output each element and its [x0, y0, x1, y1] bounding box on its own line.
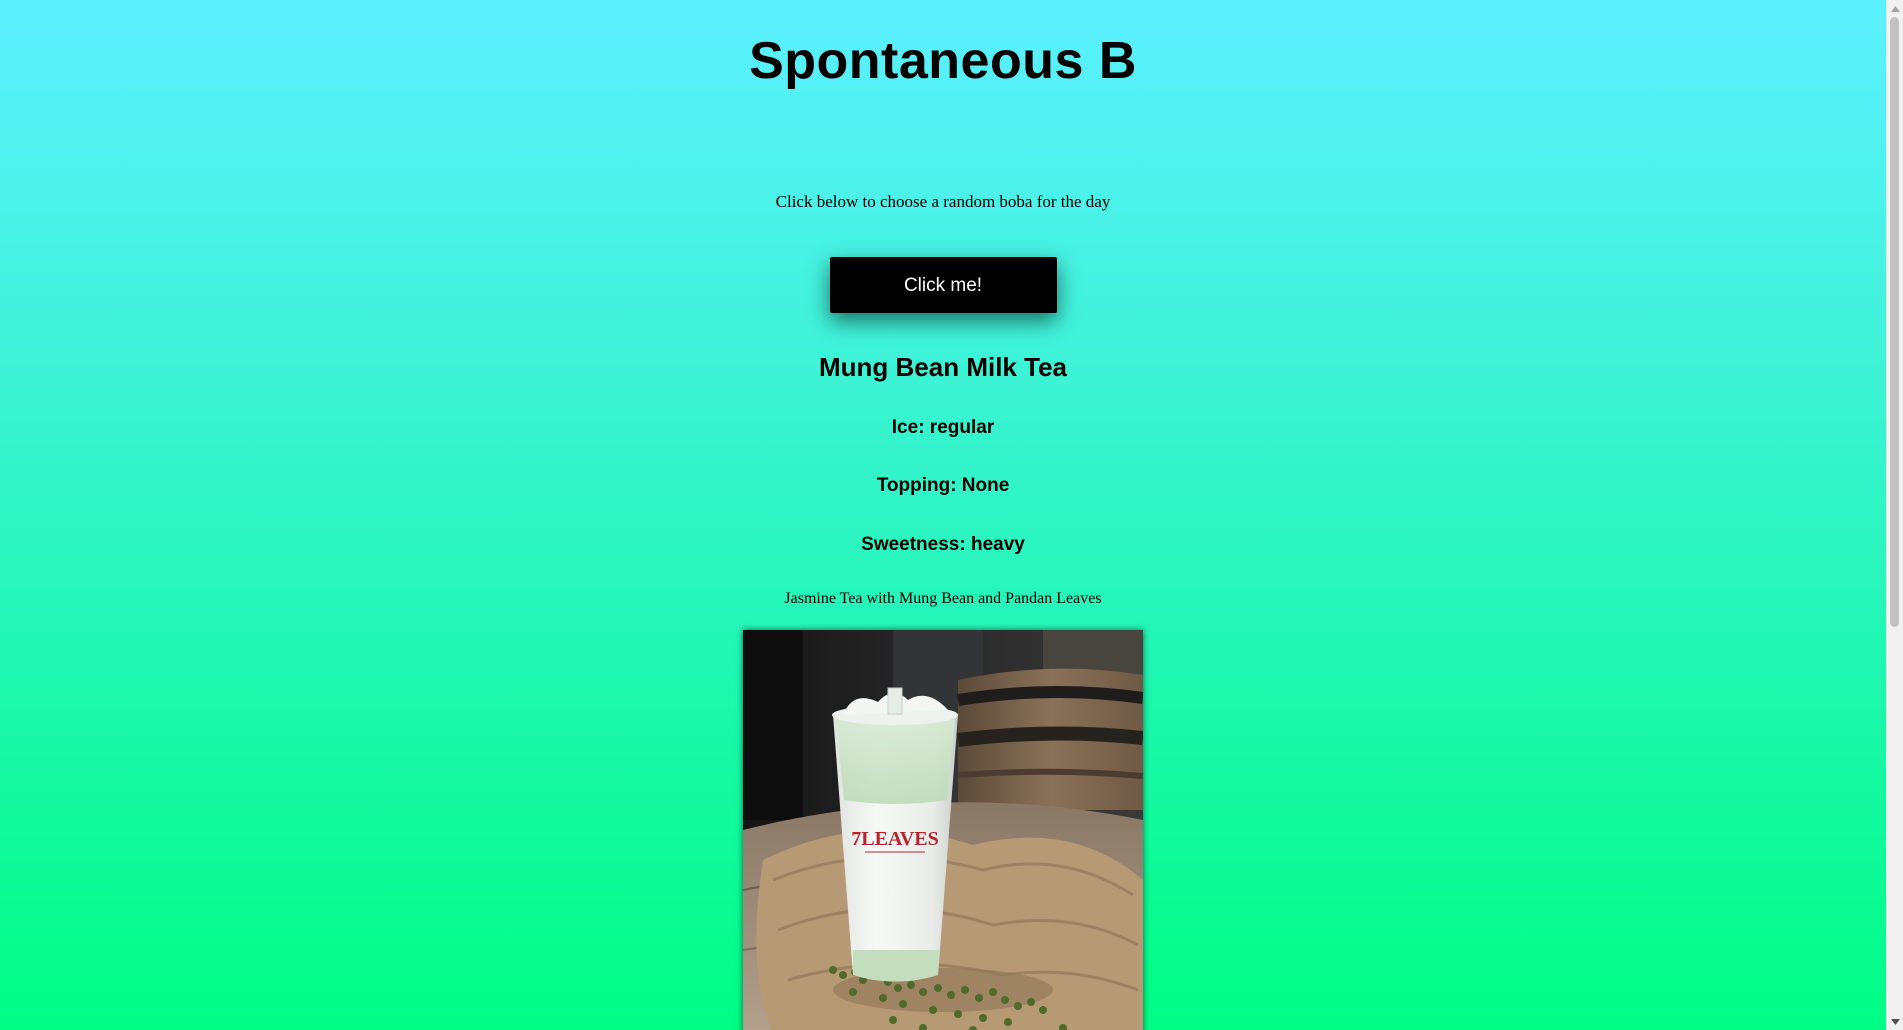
drink-name: Mung Bean Milk Tea — [819, 352, 1067, 382]
site-title: Spontaneous B — [749, 32, 1137, 90]
main-content: Spontaneous B Click below to choose a ra… — [0, 0, 1886, 609]
topping: Topping: None — [876, 475, 1010, 496]
ice-level: Ice: regular — [891, 417, 995, 438]
triangle-up-icon[interactable] — [1887, 0, 1903, 17]
random-boba-button[interactable]: Click me! — [829, 257, 1057, 313]
scroll-thumb[interactable] — [1890, 17, 1899, 627]
instruction-text: Click below to choose a random boba for … — [775, 192, 1111, 211]
page-viewport: Spontaneous B Click below to choose a ra… — [0, 0, 1886, 1030]
drink-description: Jasmine Tea with Mung Bean and Pandan Le… — [784, 590, 1102, 607]
sweetness-level: Sweetness: heavy — [861, 534, 1025, 555]
vertical-scrollbar[interactable] — [1886, 0, 1903, 1030]
drink-photo-image: 7LEAVES — [743, 630, 1143, 1030]
cup-logo: 7LEAVES — [851, 828, 938, 850]
triangle-down-icon[interactable] — [1887, 1013, 1903, 1030]
drink-photo: 7LEAVES — [743, 630, 1143, 1030]
